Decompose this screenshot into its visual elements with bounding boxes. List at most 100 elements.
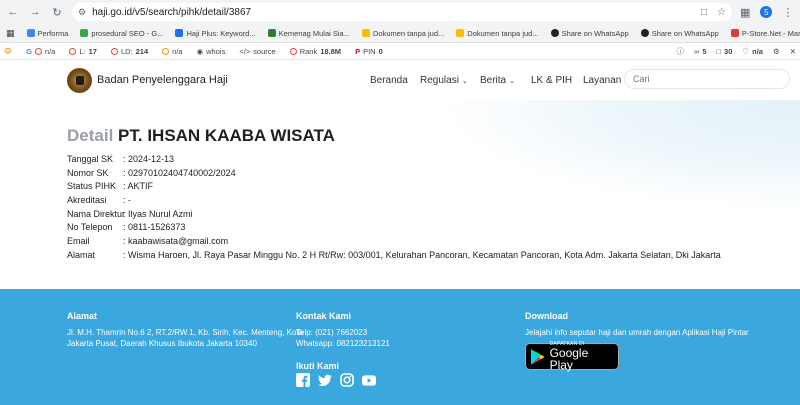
detail-label: Alamat xyxy=(67,249,96,260)
bookmark-item[interactable]: Dokumen tanpa jud... xyxy=(456,29,539,38)
chart-icon: □ xyxy=(716,46,722,56)
menu-icon[interactable]: ⋮ xyxy=(782,6,793,19)
detail-value: : AKTIF xyxy=(123,181,154,192)
detail-row: Nomor SK: 02970102404740002/2024 xyxy=(67,166,721,180)
detail-value: : Wisma Haroen, Jl. Raya Pasar Minggu No… xyxy=(123,249,721,260)
close-icon[interactable]: ✕ xyxy=(790,47,796,56)
detail-row: Status PIHK : AKTIF xyxy=(67,179,721,193)
youtube-icon[interactable] xyxy=(362,373,376,387)
bookmark-item[interactable]: Haji Plus: Keyword... xyxy=(175,29,256,38)
info-icon: ⓘ xyxy=(676,46,684,56)
site-info-icon[interactable]: ⚙ xyxy=(78,7,86,18)
footer-ikuti-title: Ikuti Kami xyxy=(296,361,340,371)
bookmark-item[interactable]: Share on WhatsApp xyxy=(640,29,719,38)
detail-label: Akreditasi xyxy=(67,194,107,205)
bookmark-favicon-icon xyxy=(80,29,89,37)
gplay-big-text: Google Play xyxy=(549,346,589,372)
install-icon[interactable]: □ xyxy=(701,7,707,18)
bookmark-item[interactable]: P-Store.Net - Marke... xyxy=(730,29,800,38)
footer-alamat-line2: Jakarta Pusat, Daerah Khusus Ibukota Jak… xyxy=(67,339,257,348)
extensions-icon[interactable]: ▦ xyxy=(740,6,750,19)
seo-info[interactable]: ⓘ xyxy=(676,46,684,57)
detail-row: No Telepon: 0811-1526373 xyxy=(67,220,721,234)
social-links xyxy=(296,373,376,387)
nav-berita[interactable]: Berita ⌄ xyxy=(480,75,515,86)
bookmark-favicon-icon xyxy=(361,29,370,37)
nav-layanan[interactable]: Layanan xyxy=(583,75,621,86)
pinterest-icon: P xyxy=(355,46,361,56)
chevron-down-icon: ⌄ xyxy=(509,77,515,85)
seo-pin[interactable]: P PIN 0 xyxy=(355,47,383,56)
status-dot-icon xyxy=(34,47,42,55)
status-dot-icon xyxy=(69,47,77,55)
back-icon[interactable]: ← xyxy=(6,5,20,19)
detail-value: : Ilyas Nurul Azmi xyxy=(123,208,193,219)
seo-l[interactable]: L: 17 xyxy=(69,47,97,56)
twitter-icon[interactable] xyxy=(318,373,332,387)
status-dot-icon xyxy=(162,47,170,55)
bookmark-item[interactable]: Share on WhatsApp xyxy=(550,29,629,38)
site-footer: Alamat Jl. M.H. Thamrin No.6 2, RT.2/RW.… xyxy=(0,289,800,405)
seo-toolbar: ⚙ G n/a L: 17 LD: 214 n/a ◉ whois </> source… xyxy=(0,43,800,60)
extension-badge[interactable]: 5 xyxy=(760,6,773,18)
bookmark-favicon-icon xyxy=(267,29,276,37)
seo-rank[interactable]: Rank 18.8M xyxy=(289,47,341,56)
footer-kontak-title: Kontak Kami xyxy=(296,311,352,321)
detail-row: Email : kaabawisata@gmail.com xyxy=(67,234,721,248)
status-dot-icon xyxy=(289,47,297,55)
bookmark-item[interactable]: prosedural SEO - G... xyxy=(80,29,163,38)
bookmark-favicon-icon xyxy=(730,29,739,37)
footer-alamat: Alamat Jl. M.H. Thamrin No.6 2, RT.2/RW.… xyxy=(67,311,303,349)
google-play-button[interactable]: DAPATKAN DI Google Play xyxy=(525,342,619,372)
seo-gear-icon[interactable]: ⚙ xyxy=(4,46,12,57)
link-icon: ∞ xyxy=(693,46,700,56)
detail-label: Nama Direktur xyxy=(67,208,126,219)
detail-label: Status PIHK xyxy=(67,181,117,192)
bookmark-favicon-icon xyxy=(26,29,35,37)
detail-value: : kaabawisata@gmail.com xyxy=(123,235,229,246)
title-company-name: PT. IHSAN KAABA WISATA xyxy=(118,126,335,145)
bookmark-star-icon[interactable]: ☆ xyxy=(717,7,726,18)
bookmark-item[interactable]: Performa xyxy=(26,29,68,38)
nav-regulasi[interactable]: Regulasi ⌄ xyxy=(420,75,468,86)
google-play-icon xyxy=(531,348,545,365)
brand-name[interactable]: Badan Penyelenggara Haji xyxy=(97,74,228,86)
detail-label: Email xyxy=(67,235,90,246)
search-input[interactable] xyxy=(624,69,790,89)
address-bar[interactable]: ⚙ haji.go.id/v5/search/pihk/detail/3867 … xyxy=(72,3,732,21)
bookmark-item[interactable]: Dokumen tanpa jud... xyxy=(361,29,444,38)
detail-row: Tanggal SK: 2024-12-13 xyxy=(67,152,721,166)
seo-ld[interactable]: LD: 214 xyxy=(110,47,148,56)
apps-icon[interactable]: ▦ xyxy=(6,28,15,39)
seo-source[interactable]: </> source xyxy=(239,47,275,56)
seo-r1[interactable]: ∞ 5 xyxy=(694,47,707,56)
reload-icon[interactable]: ↻ xyxy=(50,5,64,19)
heart-icon: ♡ xyxy=(742,46,750,56)
footer-download: Download Jelajahi info seputar haji dan … xyxy=(525,311,749,338)
bookmark-item[interactable]: Kemenag Mulai Sia... xyxy=(267,29,350,38)
instagram-icon[interactable] xyxy=(340,373,354,387)
footer-alamat-line1: Jl. M.H. Thamrin No.6 2, RT.2/RW.1, Kb. … xyxy=(67,328,304,337)
nav-lk-pih[interactable]: LK & PIH xyxy=(531,75,572,86)
footer-telp[interactable]: Telp: (021) 7662023 xyxy=(296,327,390,338)
code-icon: </> xyxy=(239,46,251,56)
detail-label: Nomor SK xyxy=(67,167,109,178)
title-prefix: Detail xyxy=(67,126,114,145)
footer-whatsapp[interactable]: Whatsapp: 082123213121 xyxy=(296,338,390,349)
bookmark-favicon-icon xyxy=(175,29,184,37)
bookmark-favicon-icon xyxy=(550,29,559,37)
bookmarks-bar: ▦ Performa prosedural SEO - G... Haji Pl… xyxy=(0,24,800,43)
seo-r2[interactable]: □ 30 xyxy=(717,47,733,56)
settings-icon[interactable]: ⚙ xyxy=(773,47,780,56)
seo-whois[interactable]: ◉ whois xyxy=(197,47,226,56)
facebook-icon[interactable] xyxy=(296,373,310,387)
seo-b[interactable]: n/a xyxy=(162,47,183,56)
footer-download-title: Download xyxy=(525,311,568,321)
nav-beranda[interactable]: Beranda xyxy=(370,75,408,86)
bp-haji-logo[interactable] xyxy=(67,68,92,93)
forward-icon[interactable]: → xyxy=(28,5,42,19)
bookmark-favicon-icon xyxy=(640,29,649,37)
url-text: haji.go.id/v5/search/pihk/detail/3867 xyxy=(92,6,252,18)
seo-r3[interactable]: ♡ n/a xyxy=(742,47,763,56)
seo-g[interactable]: G n/a xyxy=(26,47,55,56)
